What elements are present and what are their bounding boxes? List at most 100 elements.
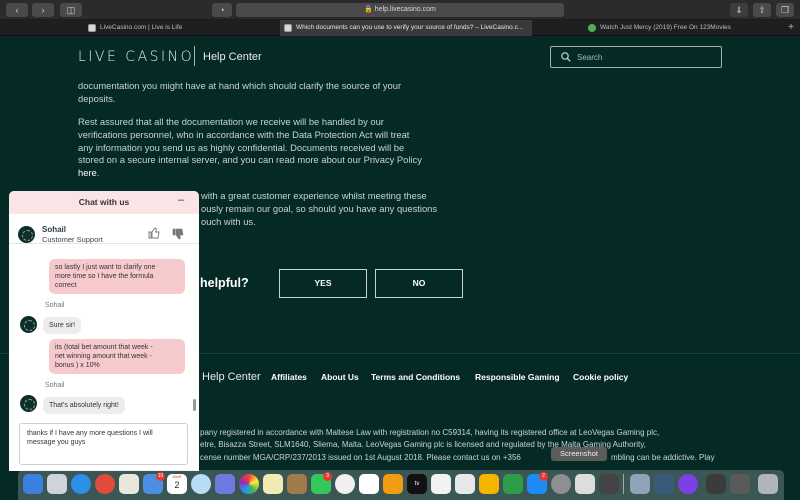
maps-icon[interactable]: [191, 474, 211, 494]
browser-toolbar: ‹ › ◫ ◔ 🔒 help.livecasino.com ⇓ ⇧ ❐: [0, 0, 800, 20]
tabs-overview-icon[interactable]: ❐: [776, 3, 794, 17]
tab-label: Watch Just Mercy (2019) Free On 123Movie…: [600, 24, 731, 31]
trash-icon[interactable]: [758, 474, 778, 494]
numbers-icon[interactable]: [503, 474, 523, 494]
new-tab-button[interactable]: +: [788, 20, 794, 36]
message-text: its (total bet amount that week -: [55, 344, 153, 351]
launchpad-icon[interactable]: [47, 474, 67, 494]
documents-stack-icon[interactable]: [730, 474, 750, 494]
notebook-icon[interactable]: [287, 474, 307, 494]
music-icon[interactable]: [335, 474, 355, 494]
share-icon[interactable]: ⇧: [753, 3, 771, 17]
article-paragraph-1: documentation you might have at hand whi…: [78, 80, 401, 106]
podcasts-icon[interactable]: [678, 474, 698, 494]
thumbs-down-icon[interactable]: [172, 228, 184, 240]
dock-separator: [623, 474, 624, 494]
footer-link-terms[interactable]: Terms and Conditions: [371, 372, 460, 382]
yes-button[interactable]: YES: [279, 269, 367, 298]
stickies-icon[interactable]: [263, 474, 283, 494]
tab-verify-documents[interactable]: Which documents can you use to verify yo…: [280, 20, 532, 36]
text-line: ously remain our goal, so should you hav…: [201, 202, 438, 214]
download-icon[interactable]: ⇓: [730, 3, 748, 17]
chat-message-input[interactable]: thanks if I have any more questions I wi…: [19, 423, 188, 465]
privacy-policy-link[interactable]: here: [78, 167, 97, 178]
text-line: Rest assured that all the documentation …: [78, 116, 384, 127]
chrome-icon[interactable]: [95, 474, 115, 494]
legal-text-line-1: pany registered in accordance with Malte…: [200, 428, 660, 437]
facetime-badge: 3: [323, 472, 332, 481]
shield-icon[interactable]: ◔: [212, 3, 232, 17]
recent-app-icon[interactable]: [654, 474, 674, 494]
article-paragraph-3: with a great customer experience whilst …: [201, 190, 437, 228]
agent-avatar: [20, 395, 37, 412]
search-box[interactable]: [550, 46, 722, 68]
url-text: help.livecasino.com: [374, 6, 436, 13]
messages-icon[interactable]: [215, 474, 235, 494]
photos-icon[interactable]: [239, 474, 259, 494]
chat-title: Chat with us: [78, 197, 130, 207]
play-favicon-icon: [588, 24, 596, 32]
text-line: any information you send us as highly co…: [78, 141, 405, 153]
thumbs-up-icon[interactable]: [148, 227, 160, 239]
message-text: correct: [55, 282, 77, 289]
chat-message-agent: That's absolutely right!: [43, 397, 125, 414]
system-preferences-icon[interactable]: [551, 474, 571, 494]
pages-icon[interactable]: [455, 474, 475, 494]
back-button[interactable]: ‹: [6, 3, 28, 17]
address-bar[interactable]: 🔒 help.livecasino.com: [236, 3, 564, 17]
help-center-title[interactable]: Help Center: [203, 51, 262, 63]
text-line: .: [96, 167, 100, 179]
reminders-icon[interactable]: [359, 474, 379, 494]
calendar-day: 2: [174, 480, 180, 490]
message-sender: Sohail: [45, 382, 65, 389]
legal-text-line-3b: mbling can be addictive. Play: [611, 453, 715, 462]
footer-link-cookie-policy[interactable]: Cookie policy: [573, 372, 628, 382]
header-divider: [194, 46, 195, 66]
keynote-icon[interactable]: [479, 474, 499, 494]
apple-tv-icon[interactable]: tv: [407, 474, 427, 494]
text-line: verifications personnel, who in accordan…: [78, 128, 410, 140]
text-line: stored on a secure internal server, and …: [78, 154, 422, 166]
was-this-helpful-question: helpful?: [200, 276, 249, 290]
recent-app-icon[interactable]: [630, 474, 650, 494]
app-store-badge: 2: [539, 472, 548, 481]
chat-message-user: its (total bet amount that week - net wi…: [49, 339, 185, 374]
message-text: net winning amount that week -: [55, 353, 152, 360]
footer-help-center[interactable]: Help Center: [202, 371, 261, 383]
text-line: ouch with us.: [201, 215, 256, 227]
footer-link-responsible-gaming[interactable]: Responsible Gaming: [475, 372, 560, 382]
safari-icon[interactable]: [71, 474, 91, 494]
footer-link-about-us[interactable]: About Us: [321, 372, 359, 382]
calendar-icon[interactable]: MAR 2: [167, 474, 187, 494]
text-line: documentation you might have at hand whi…: [78, 80, 402, 91]
tab-just-mercy[interactable]: Watch Just Mercy (2019) Free On 123Movie…: [584, 20, 784, 36]
tab-livecasino-home[interactable]: LiveCasino.com | Live is Life: [84, 20, 278, 36]
screenshot-icon[interactable]: [575, 474, 595, 494]
site-logo[interactable]: LIVE CASINO: [78, 49, 194, 65]
mail-badge: 10: [156, 472, 165, 481]
terminal-icon[interactable]: [599, 474, 619, 494]
minimize-icon[interactable]: –: [178, 194, 184, 206]
livecasino-favicon-icon: [284, 24, 292, 32]
notes-icon[interactable]: [119, 474, 139, 494]
agent-avatar: [18, 226, 35, 243]
footer-link-affiliates[interactable]: Affiliates: [271, 372, 307, 382]
chat-header[interactable]: Chat with us –: [9, 191, 199, 214]
livecasino-favicon-icon: [88, 24, 96, 32]
chat-scrollbar[interactable]: [193, 399, 196, 411]
forward-button[interactable]: ›: [32, 3, 54, 17]
downloads-stack-icon[interactable]: [706, 474, 726, 494]
lock-icon: 🔒: [364, 6, 373, 13]
agent-avatar: [20, 316, 37, 333]
message-text: bonus ) x 10%: [55, 362, 100, 369]
news-icon[interactable]: [431, 474, 451, 494]
screenshot-tooltip: Screenshot: [551, 447, 607, 461]
books-icon[interactable]: [383, 474, 403, 494]
text-line: with a great customer experience whilst …: [201, 190, 427, 201]
finder-icon[interactable]: [23, 474, 43, 494]
message-sender: Sohail: [45, 302, 65, 309]
search-input[interactable]: [577, 50, 717, 65]
agent-role: Customer Support: [42, 235, 103, 244]
sidebar-icon[interactable]: ◫: [60, 3, 82, 17]
no-button[interactable]: NO: [375, 269, 463, 298]
